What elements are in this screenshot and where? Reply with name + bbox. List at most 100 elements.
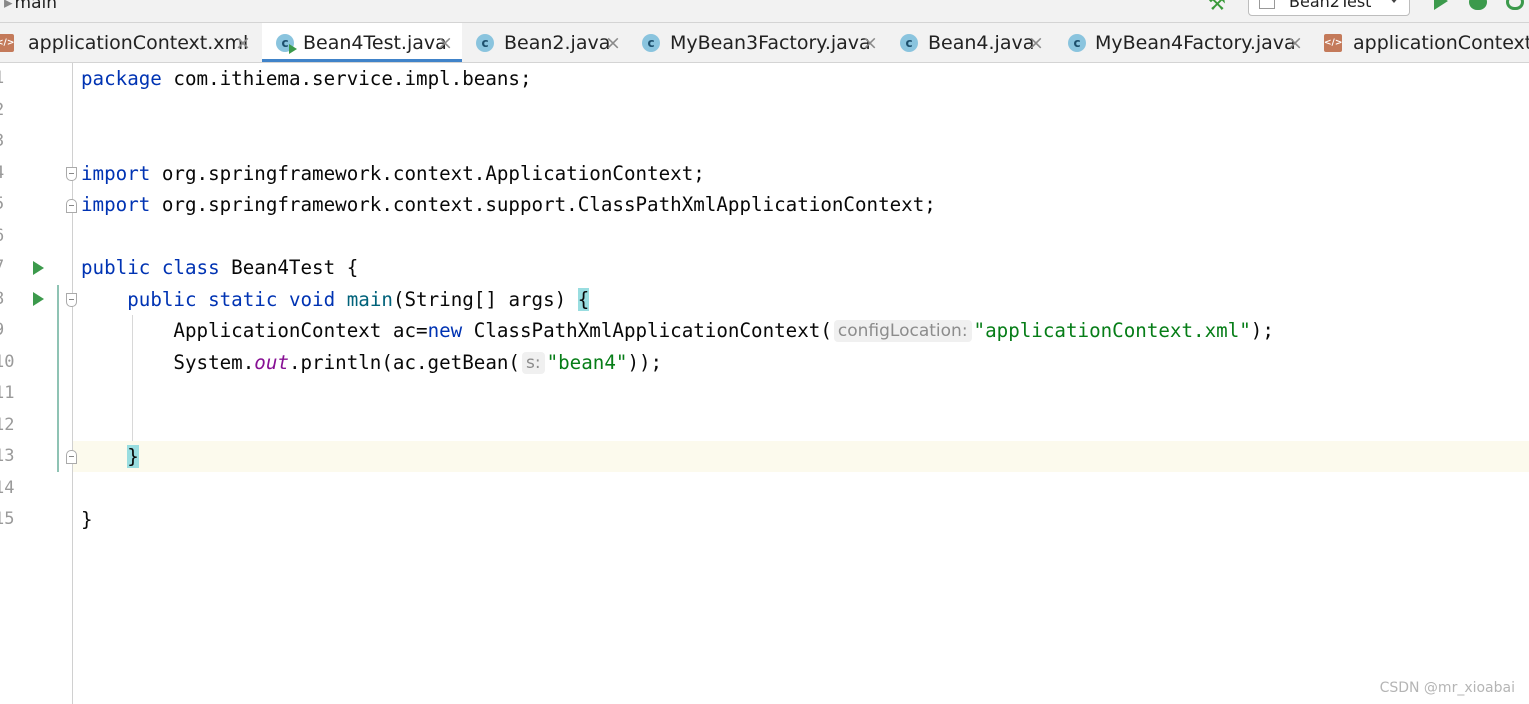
toolbar: ▸ main ⚒ Bean2Test <box>0 0 1529 23</box>
run-main-icon[interactable] <box>33 292 44 306</box>
keyword: new <box>427 319 463 342</box>
run-class-icon[interactable] <box>33 261 44 275</box>
tab-mybean3factory-java[interactable]: c MyBean3Factory.java × <box>628 23 886 62</box>
line-number: 10 <box>0 352 15 372</box>
line-number: 15 <box>0 509 15 529</box>
matched-brace: { <box>577 288 590 311</box>
file-icon <box>1259 0 1275 9</box>
close-icon[interactable]: × <box>235 23 251 62</box>
chevron-down-icon <box>1389 0 1399 3</box>
code-line: public static void main(String[] args) { <box>81 284 590 315</box>
editor-tabs: </> applicationContext.xml × c Bean4Test… <box>0 23 1529 63</box>
java-class-icon: c <box>900 34 918 52</box>
keyword: package <box>81 67 162 90</box>
code-line: ApplicationContext ac=new ClassPathXmlAp… <box>81 315 1274 346</box>
fold-method-icon[interactable] <box>66 293 77 307</box>
line-number: 13 <box>0 446 15 466</box>
debug-icon[interactable] <box>1469 0 1487 10</box>
tab-label: Bean2.java <box>504 32 611 54</box>
fold-end-icon[interactable] <box>66 450 77 464</box>
line-number: 8 <box>0 284 18 315</box>
java-class-icon: c <box>642 34 660 52</box>
close-icon[interactable]: × <box>437 23 453 62</box>
code-line: import org.springframework.context.Appli… <box>81 158 705 189</box>
current-line-highlight <box>73 441 1529 472</box>
keyword: public class <box>81 256 220 279</box>
keyword: public static void <box>127 288 336 311</box>
line-number: 11 <box>0 383 15 403</box>
close-icon[interactable]: × <box>1287 23 1303 62</box>
parameter-hint: s: <box>521 352 545 374</box>
line-number: 2 <box>0 95 18 126</box>
code-text: System. <box>81 351 255 374</box>
tab-bean2-java[interactable]: c Bean2.java × <box>462 23 628 62</box>
run-icon[interactable] <box>1434 0 1448 10</box>
code-line: package com.ithiema.service.impl.beans; <box>81 63 532 94</box>
xml-file-icon: </> <box>0 34 14 52</box>
coverage-icon[interactable] <box>1506 0 1524 10</box>
line-number: 6 <box>0 221 18 252</box>
line-number: 3 <box>0 126 18 157</box>
close-icon[interactable]: × <box>862 23 878 62</box>
tab-label: Bean4Test.java <box>303 32 447 54</box>
tab-bean4-java[interactable]: c Bean4.java × <box>886 23 1054 62</box>
code-text: org.springframework.context.ApplicationC… <box>150 162 705 185</box>
code-line: import org.springframework.context.suppo… <box>81 189 936 220</box>
code-text: com.ithiema.service.impl.beans; <box>161 67 532 90</box>
code-text: Bean4Test { <box>219 256 359 279</box>
tab-label: applicationContext.xml <box>28 32 249 54</box>
matched-brace: } <box>127 445 139 468</box>
line-number: 7 <box>0 252 18 283</box>
tab-label: Bean4.java <box>928 32 1035 54</box>
code-text: .println(ac.getBean( <box>288 351 520 374</box>
run-configuration-dropdown[interactable]: Bean2Test <box>1248 0 1410 16</box>
parameter-hint: configLocation: <box>833 320 972 342</box>
line-number: 4 <box>0 158 18 189</box>
code-text: org.springframework.context.support.Clas… <box>150 193 936 216</box>
code-text: ApplicationContext ac= <box>81 319 428 342</box>
tab-mybean4factory-java[interactable]: c MyBean4Factory.java × <box>1054 23 1312 62</box>
fold-imports-icon[interactable] <box>66 167 77 181</box>
java-class-icon: c <box>1068 34 1086 52</box>
close-icon[interactable]: × <box>605 23 621 62</box>
string-literal: "bean4" <box>546 351 628 374</box>
tab-label: MyBean3Factory.java <box>670 32 871 54</box>
breadcrumb-caret-icon: ▸ <box>4 0 13 13</box>
breadcrumb[interactable]: ▸ main <box>4 0 57 13</box>
close-icon[interactable]: × <box>1028 23 1044 62</box>
tab-applicationcontext-xml[interactable]: </> applicationContext.xml × <box>0 23 262 62</box>
code-line: System.out.println(ac.getBean(s: "bean4")… <box>81 347 662 378</box>
tab-applicationcontext-u[interactable]: </> applicationContext-U <box>1312 23 1529 62</box>
line-number: 5 <box>0 189 18 220</box>
code-text: )); <box>627 351 663 374</box>
line-number: 1 <box>0 63 18 94</box>
keyword: import <box>81 162 151 185</box>
method-name: main <box>346 288 393 311</box>
xml-file-icon: </> <box>1324 34 1342 52</box>
watermark: CSDN @mr_xioabai <box>1379 680 1515 696</box>
keyword: import <box>81 193 151 216</box>
java-class-run-icon: c <box>276 34 297 54</box>
code-text: } <box>81 508 93 531</box>
code-line: public class Bean4Test { <box>81 252 358 283</box>
tab-label: MyBean4Factory.java <box>1095 32 1296 54</box>
line-number: 12 <box>0 415 15 435</box>
build-hammer-icon[interactable]: ⚒ <box>1208 0 1230 15</box>
string-literal: "applicationContext.xml" <box>973 319 1251 342</box>
code-text: (String[] args) <box>392 288 578 311</box>
static-field: out <box>254 351 289 374</box>
run-configuration-label: Bean2Test <box>1289 0 1372 11</box>
vcs-change-marker <box>57 285 59 472</box>
tab-label: applicationContext-U <box>1353 32 1529 54</box>
code-text: ClassPathXmlApplicationContext( <box>462 319 832 342</box>
line-number: 9 <box>0 315 18 346</box>
line-number: 14 <box>0 478 15 498</box>
tab-bean4test-java[interactable]: c Bean4Test.java × <box>262 23 462 62</box>
code-line: } <box>81 441 139 472</box>
java-class-icon: c <box>476 34 494 52</box>
breadcrumb-label: main <box>14 0 58 13</box>
fold-end-icon[interactable] <box>66 199 77 213</box>
